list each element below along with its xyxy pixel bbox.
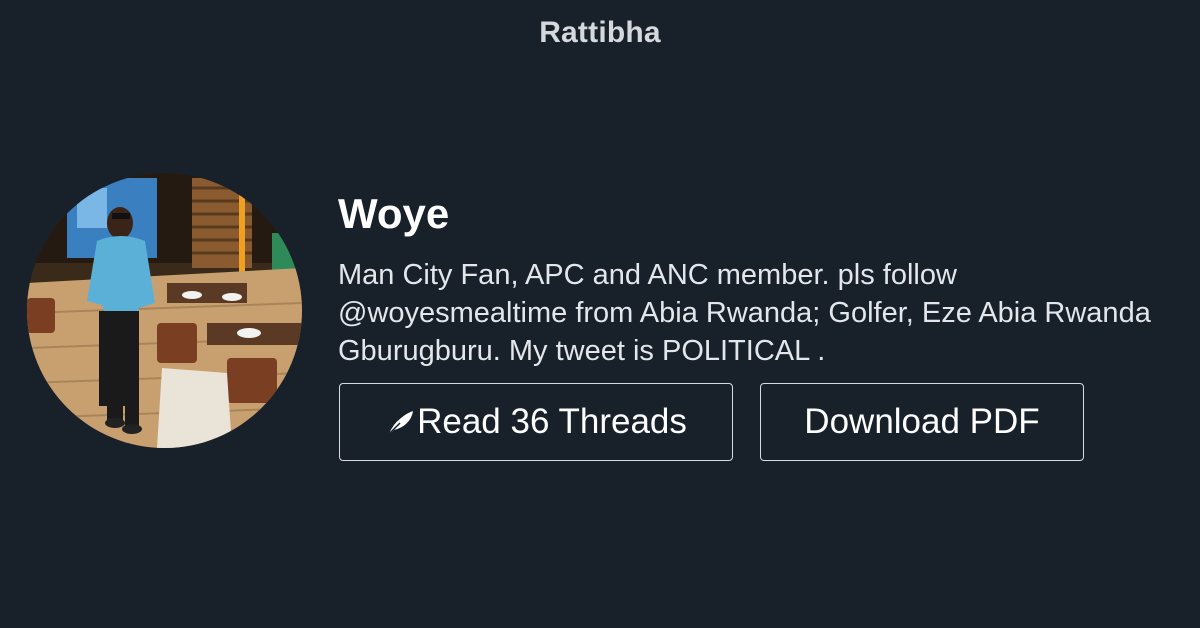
read-threads-label: Read 36 Threads [417,402,687,441]
download-pdf-button[interactable]: Download PDF [760,383,1084,461]
read-threads-button[interactable]: Read 36 Threads [339,383,733,461]
avatar [27,173,302,448]
profile-bio: Man City Fan, APC and ANC member. pls fo… [338,259,1151,367]
download-pdf-label: Download PDF [804,402,1040,441]
feather-icon [385,407,415,447]
site-title[interactable]: Rattibha [0,16,1200,50]
profile-name: Woye [338,190,450,237]
